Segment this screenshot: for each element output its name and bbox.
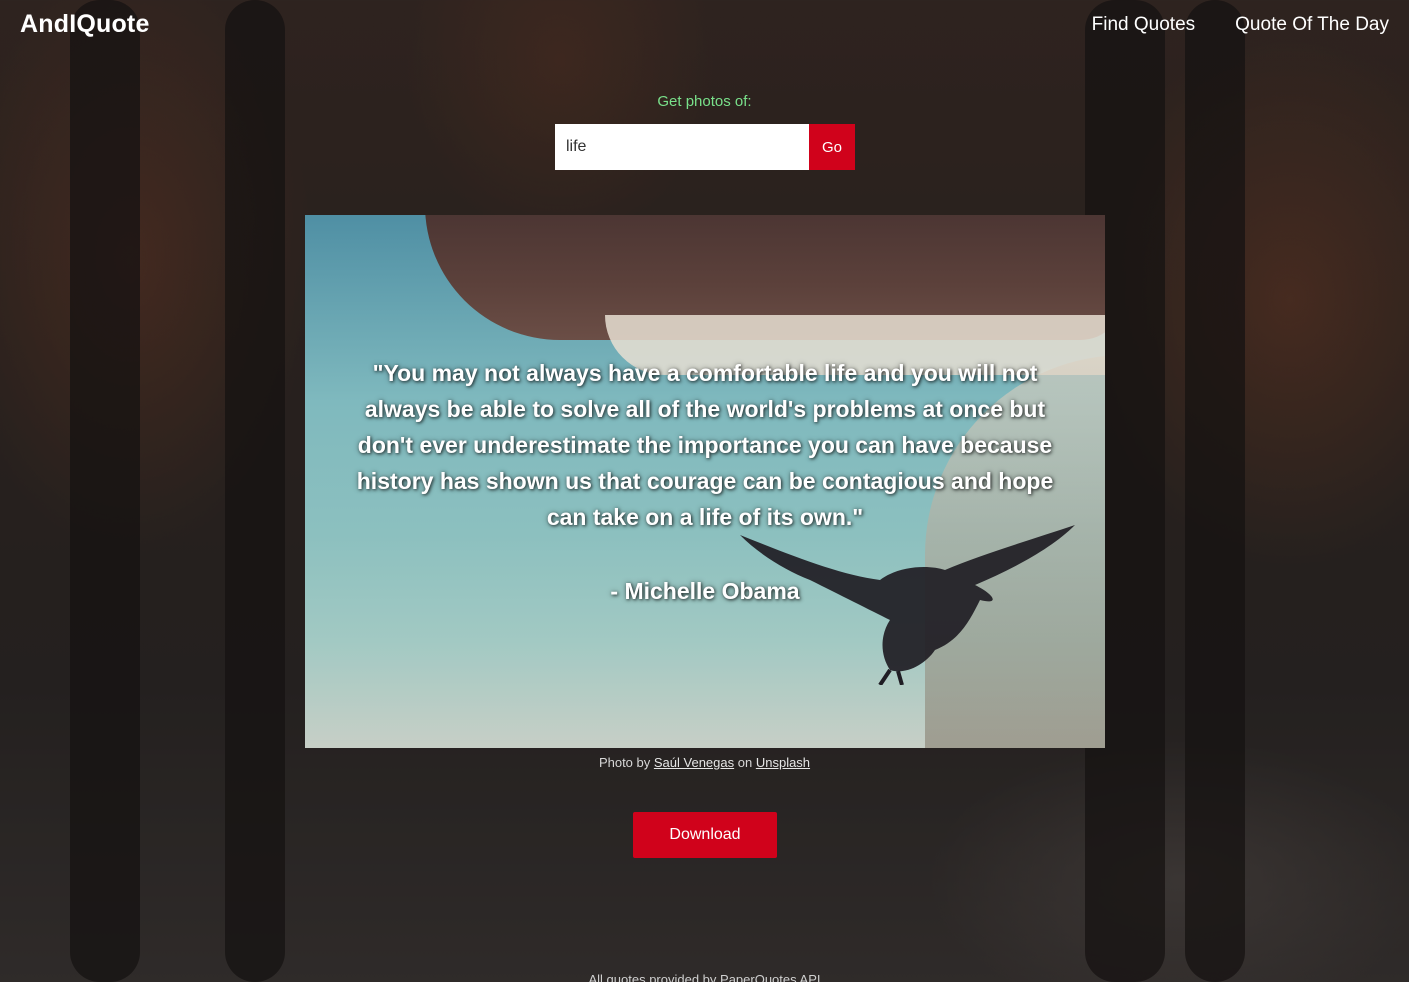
nav-find-quotes[interactable]: Find Quotes — [1092, 14, 1196, 36]
go-button[interactable]: Go — [809, 124, 855, 170]
quote-author: - Michelle Obama — [610, 578, 800, 604]
search-label: Get photos of: — [657, 93, 752, 110]
download-button[interactable]: Download — [633, 812, 777, 858]
photographer-link[interactable]: Saúl Venegas — [654, 755, 734, 770]
nav-quote-of-the-day[interactable]: Quote Of The Day — [1235, 14, 1389, 36]
quote-text: "You may not always have a comfortable l… — [356, 360, 1054, 530]
brand-logo[interactable]: AndIQuote — [20, 10, 150, 39]
footer-text: All quotes provided by PaperQuotes API — [588, 972, 821, 982]
quote-image: "You may not always have a comfortable l… — [305, 215, 1105, 748]
unsplash-link[interactable]: Unsplash — [756, 755, 810, 770]
search-bar: Go — [555, 124, 855, 170]
credit-prefix: Photo by — [598, 755, 651, 770]
search-input[interactable] — [555, 124, 809, 170]
credit-middle: on — [737, 755, 753, 770]
photo-credit: Photo by Saúl Venegas on Unsplash — [0, 755, 1409, 770]
main-nav: Find Quotes Quote Of The Day — [1092, 14, 1389, 36]
quote-block: "You may not always have a comfortable l… — [335, 355, 1075, 609]
